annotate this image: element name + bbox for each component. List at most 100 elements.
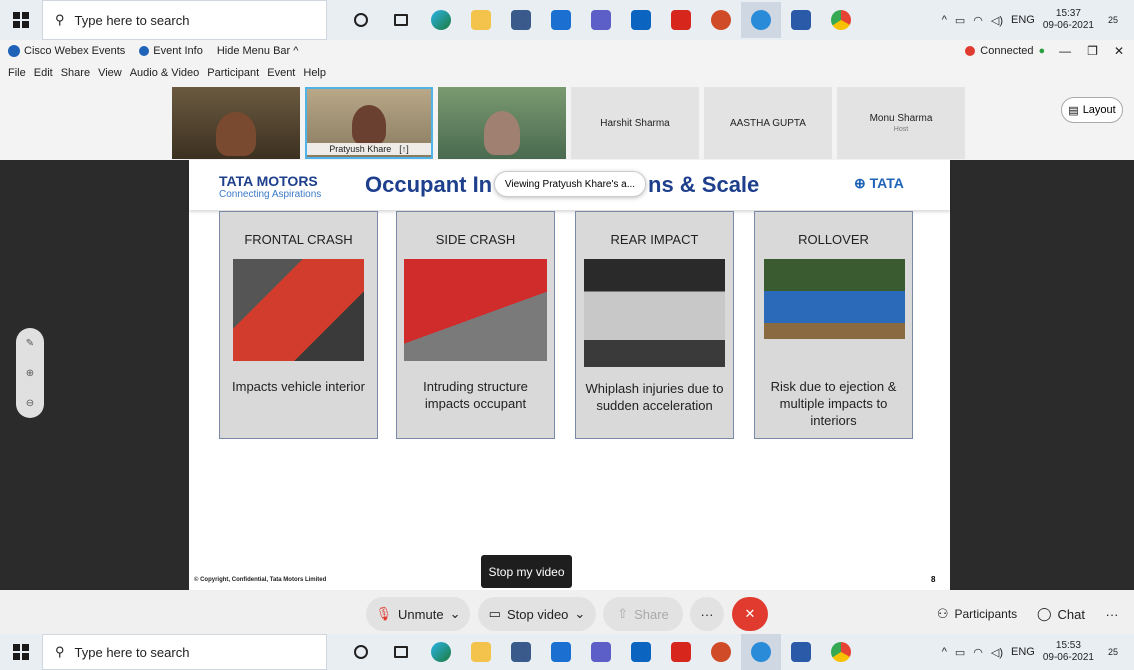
acrobat-icon[interactable]: [661, 2, 701, 38]
close-icon[interactable]: ✕: [1114, 44, 1124, 58]
network-icon[interactable]: ▭: [955, 646, 965, 659]
minimize-icon[interactable]: —: [1059, 44, 1071, 58]
chevron-up-icon[interactable]: ^: [942, 646, 947, 658]
brand-name: TATA MOTORS: [219, 173, 318, 189]
menu-view[interactable]: View: [98, 67, 122, 79]
zoom-out-icon[interactable]: ⊖: [26, 398, 34, 409]
time: 15:53: [1055, 640, 1081, 651]
menu-participant[interactable]: Participant: [207, 67, 259, 79]
notification-icon[interactable]: 25: [1102, 9, 1124, 31]
restore-icon[interactable]: ❐: [1087, 44, 1098, 58]
file-explorer-icon[interactable]: [461, 2, 501, 38]
video-tile-active[interactable]: Pratyush Khare [↑]: [305, 87, 433, 159]
file-explorer-icon[interactable]: [461, 634, 501, 670]
tooltip: Stop my video: [481, 555, 572, 588]
taskbar-top: ⚲ Type here to search ^ ▭ ◠ ◁) ENG 15:37…: [0, 0, 1134, 40]
stop-video-button[interactable]: ▭ Stop video ⌄: [478, 597, 596, 631]
language-indicator[interactable]: ENG: [1011, 14, 1035, 26]
menu-edit[interactable]: Edit: [34, 67, 53, 79]
video-tile-1[interactable]: [172, 87, 300, 159]
outlook-icon[interactable]: [621, 634, 661, 670]
person-avatar: [484, 111, 520, 155]
annotate-icon[interactable]: ✎: [26, 338, 34, 349]
notification-icon[interactable]: 25: [1102, 641, 1124, 663]
hide-menu-bar-button[interactable]: Hide Menu Bar ^: [217, 45, 299, 57]
share-icon: ⇧: [617, 606, 629, 621]
menu-help[interactable]: Help: [303, 67, 326, 79]
card-title: ROLLOVER: [798, 232, 869, 247]
participants-button[interactable]: ⚇ Participants: [930, 597, 1024, 631]
task-view-icon[interactable]: [381, 634, 421, 670]
slide-footer: © Copyright, Confidential, Tata Motors L…: [194, 577, 327, 583]
start-button[interactable]: [0, 0, 42, 40]
app-title: Cisco Webex Events: [8, 45, 125, 57]
chevron-down-icon[interactable]: ⌄: [574, 606, 585, 622]
share-icon[interactable]: [↑]: [399, 144, 409, 154]
viewing-banner[interactable]: Viewing Pratyush Khare's a...: [494, 171, 646, 197]
more-options-button[interactable]: ···: [690, 597, 724, 631]
participant-tile[interactable]: AASTHA GUPTA: [704, 87, 832, 159]
chevron-down-icon[interactable]: ⌄: [450, 606, 461, 622]
acrobat-icon[interactable]: [661, 634, 701, 670]
volume-icon[interactable]: ◁): [991, 14, 1003, 27]
chevron-up-icon[interactable]: ^: [942, 14, 947, 26]
menu-file[interactable]: File: [8, 67, 26, 79]
edge-icon[interactable]: [421, 634, 461, 670]
connection-status[interactable]: Connected ●: [965, 45, 1045, 57]
menu-event[interactable]: Event: [267, 67, 295, 79]
webex-icon[interactable]: [741, 2, 781, 38]
zoom-in-icon[interactable]: ⊕: [26, 368, 34, 379]
stop-video-label: Stop video: [506, 606, 569, 622]
mail-icon[interactable]: [541, 2, 581, 38]
language-indicator[interactable]: ENG: [1011, 646, 1035, 658]
chrome-icon[interactable]: [821, 2, 861, 38]
rollover-image: [764, 259, 905, 339]
event-info-button[interactable]: Event Info: [139, 45, 203, 57]
store-icon[interactable]: [501, 2, 541, 38]
menu-audio-video[interactable]: Audio & Video: [130, 67, 200, 79]
close-icon: ✕: [744, 606, 756, 621]
card-description: Whiplash injuries due to sudden accelera…: [585, 381, 724, 413]
unmute-button[interactable]: 🎙 Unmute ⌄: [366, 597, 470, 631]
teams-icon[interactable]: [581, 634, 621, 670]
status-dot-icon: ●: [1038, 45, 1046, 57]
word-icon[interactable]: [781, 2, 821, 38]
wifi-icon[interactable]: ◠: [973, 14, 983, 27]
share-button[interactable]: ⇧ Share: [603, 597, 683, 631]
webex-icon[interactable]: [741, 634, 781, 670]
more-icon[interactable]: ···: [1098, 597, 1126, 631]
mail-icon[interactable]: [541, 634, 581, 670]
powerpoint-icon[interactable]: [701, 634, 741, 670]
card-title: FRONTAL CRASH: [244, 232, 353, 247]
webex-logo-icon: [8, 45, 20, 57]
chrome-icon[interactable]: [821, 634, 861, 670]
menu-share[interactable]: Share: [61, 67, 90, 79]
active-speaker-name: Pratyush Khare: [329, 144, 392, 154]
clock[interactable]: 15:53 09-06-2021: [1043, 640, 1094, 664]
network-icon[interactable]: ▭: [955, 14, 965, 27]
layout-button[interactable]: ▤ Layout: [1061, 97, 1123, 123]
notification-count: 25: [1107, 647, 1118, 657]
start-button[interactable]: [0, 634, 42, 670]
participant-tile[interactable]: Harshit Sharma: [571, 87, 699, 159]
wifi-icon[interactable]: ◠: [973, 646, 983, 659]
volume-icon[interactable]: ◁): [991, 646, 1003, 659]
notification-count: 25: [1107, 15, 1118, 25]
outlook-icon[interactable]: [621, 2, 661, 38]
powerpoint-icon[interactable]: [701, 2, 741, 38]
taskbar-search[interactable]: ⚲ Type here to search: [42, 634, 327, 670]
task-view-icon[interactable]: [381, 2, 421, 38]
store-icon[interactable]: [501, 634, 541, 670]
participant-tile-host[interactable]: Monu Sharma Host: [837, 87, 965, 159]
clock[interactable]: 15:37 09-06-2021: [1043, 8, 1094, 32]
chat-button[interactable]: ◯ Chat: [1030, 597, 1092, 631]
mic-muted-icon: 🎙: [375, 606, 393, 621]
word-icon[interactable]: [781, 634, 821, 670]
video-tile-3[interactable]: [438, 87, 566, 159]
teams-icon[interactable]: [581, 2, 621, 38]
edge-icon[interactable]: [421, 2, 461, 38]
taskbar-search[interactable]: ⚲ Type here to search: [42, 0, 327, 40]
cortana-icon[interactable]: [341, 2, 381, 38]
leave-button[interactable]: ✕: [732, 597, 768, 631]
cortana-icon[interactable]: [341, 634, 381, 670]
